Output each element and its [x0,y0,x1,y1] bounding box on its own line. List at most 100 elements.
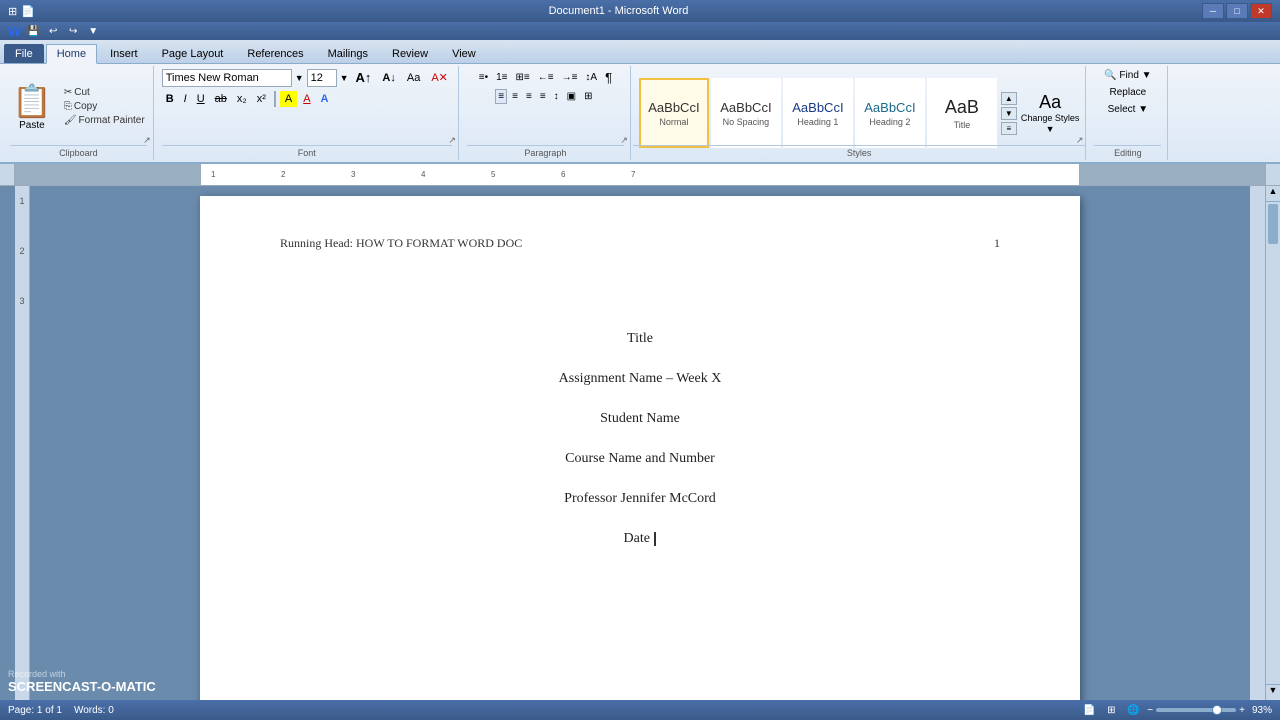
tab-file[interactable]: File [4,44,44,63]
style-no-spacing-label: No Spacing [723,117,770,127]
undo-quick-btn[interactable]: ↩ [45,24,61,38]
paragraph-expander[interactable]: ↗ [620,135,628,146]
clipboard-expander[interactable]: ↗ [143,135,151,146]
justify-button[interactable]: ≡ [537,89,549,104]
paste-button[interactable]: 📋 Paste [10,80,54,133]
shading-button[interactable]: ▣ [564,89,579,104]
content-date[interactable]: Date [624,531,657,547]
status-right: 📄 ⊞ 🌐 − + 93% [1081,703,1272,717]
zoom-thumb[interactable] [1212,705,1222,715]
content-assignment[interactable]: Assignment Name – Week X [559,371,722,387]
style-title[interactable]: AaB Title [927,78,997,148]
close-button[interactable]: ✕ [1250,3,1272,19]
styles-expander[interactable]: ↗ [1076,135,1084,146]
font-expander[interactable]: ↗ [448,135,456,146]
subscript-button[interactable]: x₂ [233,91,251,107]
style-no-spacing-text: AaBbCcI [720,100,771,115]
document-page: Running Head: HOW TO FORMAT WORD DOC 1 T… [200,196,1080,700]
font-name-input[interactable] [162,69,292,87]
style-heading1[interactable]: AaBbCcI Heading 1 [783,78,853,148]
watermark-logo: Recorded with SCREENCAST-O-MATIC [8,669,156,694]
font-name-dropdown[interactable]: ▼ [295,73,304,83]
styles-scroll-down[interactable]: ▼ [1001,107,1017,120]
style-heading2[interactable]: AaBbCcI Heading 2 [855,78,925,148]
main-area: 1 2 3 Running Head: HOW TO FORMAT WORD D… [0,186,1280,700]
cut-button[interactable]: ✂ Cut [62,86,147,99]
redo-quick-btn[interactable]: ↪ [65,24,81,38]
editing-label: Editing [1094,145,1161,158]
word-logo: W [8,23,21,39]
font-shrink-button[interactable]: A↓ [378,70,399,86]
replace-button[interactable]: Replace [1107,85,1150,100]
select-button[interactable]: Select ▼ [1105,102,1151,117]
tab-view[interactable]: View [441,44,487,63]
zoom-out-btn[interactable]: − [1147,705,1153,716]
zoom-slider[interactable] [1156,708,1236,712]
page-header: Running Head: HOW TO FORMAT WORD DOC 1 [280,236,1000,251]
increase-indent-button[interactable]: →≡ [559,70,581,85]
show-hide-button[interactable]: ¶ [602,68,615,87]
tab-references[interactable]: References [236,44,314,63]
align-center-button[interactable]: ≡ [509,89,521,104]
save-quick-btn[interactable]: 💾 [25,24,41,38]
font-color-button[interactable]: A [299,91,314,107]
content-title[interactable]: Title [627,331,653,347]
zoom-in-btn[interactable]: + [1239,705,1245,716]
scrollbar-thumb[interactable] [1268,204,1278,244]
tab-review[interactable]: Review [381,44,439,63]
style-h1-label: Heading 1 [797,117,838,127]
scrollbar-up[interactable]: ▲ [1266,186,1280,202]
style-no-spacing[interactable]: AaBbCcI No Spacing [711,78,781,148]
copy-icon: ⎘ [64,101,72,112]
tab-insert[interactable]: Insert [99,44,149,63]
ribbon-tabs: File Home Insert Page Layout References … [0,40,1280,64]
font-size-input[interactable] [307,69,337,87]
tab-home[interactable]: Home [46,44,97,64]
full-screen-btn[interactable]: ⊞ [1103,703,1119,717]
content-course[interactable]: Course Name and Number [565,451,715,467]
style-title-label: Title [954,120,971,130]
scrollbar-down[interactable]: ▼ [1266,684,1280,700]
word-count: Words: 0 [74,705,114,716]
text-effects-button[interactable]: A [317,91,333,107]
maximize-button[interactable]: □ [1226,3,1248,19]
line-spacing-button[interactable]: ↕ [551,89,562,104]
underline-button[interactable]: U [193,91,209,107]
minimize-button[interactable]: ─ [1202,3,1224,19]
superscript-button[interactable]: x² [253,91,270,107]
align-left-button[interactable]: ≡ [495,89,507,104]
font-size-dropdown[interactable]: ▼ [340,73,349,83]
decrease-indent-button[interactable]: ←≡ [535,70,557,85]
font-grow-button[interactable]: A↑ [352,68,376,87]
bullets-button[interactable]: ≡• [476,70,491,85]
bold-button[interactable]: B [162,91,178,107]
print-layout-btn[interactable]: 📄 [1081,703,1097,717]
format-painter-button[interactable]: 🖌 Format Painter [62,114,147,127]
strikethrough-button[interactable]: ab [211,91,231,107]
numbering-button[interactable]: 1≡ [493,70,510,85]
clear-format-button[interactable]: A✕ [427,69,452,86]
styles-scroll-up[interactable]: ▲ [1001,92,1017,105]
change-case-button[interactable]: Aa [403,70,424,86]
find-button[interactable]: 🔍 Find ▼ [1101,68,1154,83]
scrollbar-right[interactable]: ▲ ▼ [1265,186,1280,700]
change-styles-icon: Aa [1039,92,1061,113]
customize-quick-btn[interactable]: ▼ [85,24,101,38]
tab-mailings[interactable]: Mailings [317,44,379,63]
document-area[interactable]: Running Head: HOW TO FORMAT WORD DOC 1 T… [30,186,1250,700]
content-professor[interactable]: Professor Jennifer McCord [564,491,716,507]
ruler-main[interactable]: 1 2 3 4 5 6 7 [200,164,1080,185]
web-layout-btn[interactable]: 🌐 [1125,703,1141,717]
borders-button[interactable]: ⊞ [581,89,595,104]
align-right-button[interactable]: ≡ [523,89,535,104]
multilevel-button[interactable]: ⊞≡ [513,70,533,85]
style-normal[interactable]: AaBbCcI Normal [639,78,709,148]
copy-button[interactable]: ⎘ Copy [62,100,147,113]
tab-page-layout[interactable]: Page Layout [151,44,235,63]
content-student[interactable]: Student Name [600,411,680,427]
italic-button[interactable]: I [180,91,191,107]
text-highlight-button[interactable]: A [280,91,297,107]
format-painter-icon: 🖌 [64,115,77,126]
styles-more[interactable]: ≡ [1001,122,1017,135]
sort-button[interactable]: ↕A [582,70,600,85]
